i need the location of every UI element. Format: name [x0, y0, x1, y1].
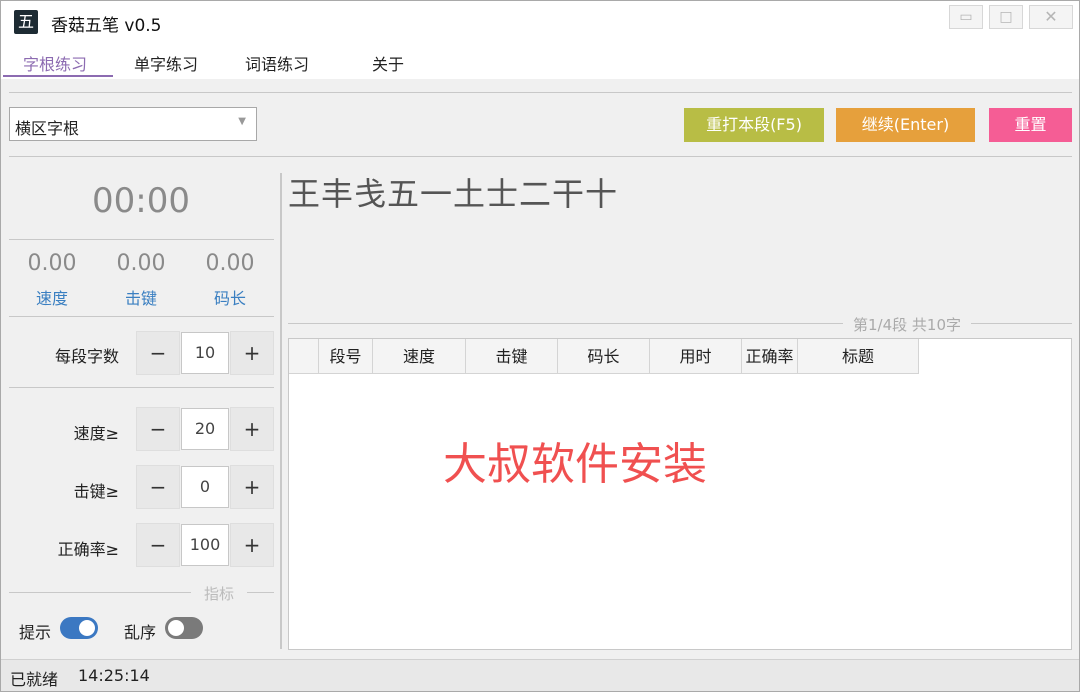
keystroke-label: 击键 — [124, 289, 157, 308]
table-header-title[interactable]: 标题 — [798, 339, 919, 374]
keystroke-threshold-increment-button[interactable]: + — [230, 465, 274, 509]
window-title: 香菇五笔 v0.5 — [51, 16, 162, 36]
table-header-segment-no[interactable]: 段号 — [319, 339, 373, 374]
speed-threshold-increment-button[interactable]: + — [230, 407, 274, 451]
app-window: 五 香菇五笔 v0.5 ▭ □ ✕ 字根练习 单字练习 词语练习 关于 横区字根… — [0, 0, 1080, 692]
select-value: 横区字根 — [15, 119, 80, 138]
accuracy-threshold-input[interactable]: 100 — [181, 524, 229, 566]
divider — [9, 92, 1072, 93]
shuffle-toggle-label: 乱序 — [124, 623, 157, 642]
chars-per-segment-increment-button[interactable]: + — [230, 331, 274, 375]
segment-page-info: 第1/4段 共10字 — [843, 314, 971, 335]
app-logo-icon: 五 — [14, 10, 38, 34]
divider — [9, 316, 274, 317]
toggle-knob — [79, 620, 95, 636]
keystroke-threshold-decrement-button[interactable]: − — [136, 465, 180, 509]
divider — [9, 156, 1072, 157]
retype-segment-button[interactable]: 重打本段(F5) — [684, 108, 824, 142]
status-text: 已就绪 — [10, 670, 59, 689]
hint-toggle[interactable] — [60, 617, 98, 639]
hint-toggle-label: 提示 — [19, 623, 52, 642]
speed-threshold-input[interactable]: 20 — [181, 408, 229, 450]
chars-per-segment-decrement-button[interactable]: − — [136, 331, 180, 375]
practice-text: 王丰戋五一土士二干十 — [288, 175, 619, 213]
keystroke-threshold-input[interactable]: 0 — [181, 466, 229, 508]
table-header-keystroke[interactable]: 击键 — [466, 339, 558, 374]
table-header-cell — [289, 339, 319, 374]
chars-per-segment-label: 每段字数 — [54, 347, 119, 366]
tab-word-practice[interactable]: 词语练习 — [245, 51, 309, 75]
reset-button[interactable]: 重置 — [989, 108, 1072, 142]
speed-threshold-label: 速度≥ — [73, 424, 119, 443]
table-header-time-used[interactable]: 用时 — [650, 339, 742, 374]
divider — [9, 239, 274, 240]
continue-button[interactable]: 继续(Enter) — [836, 108, 975, 142]
accuracy-threshold-decrement-button[interactable]: − — [136, 523, 180, 567]
panel-divider — [280, 173, 282, 649]
accuracy-threshold-increment-button[interactable]: + — [230, 523, 274, 567]
tab-radical-practice[interactable]: 字根练习 — [23, 51, 87, 75]
divider — [247, 592, 274, 593]
keystroke-value: 0.00 — [116, 251, 166, 276]
minimize-button[interactable]: ▭ — [949, 5, 983, 29]
toggle-knob — [168, 620, 184, 636]
timer-display: 00:00 — [92, 181, 190, 221]
divider — [9, 387, 274, 388]
active-tab-indicator — [3, 75, 113, 77]
status-bar: 已就绪 14:25:14 — [1, 659, 1079, 691]
results-table: 段号 速度 击键 码长 用时 正确率 标题 — [288, 338, 1072, 650]
close-button[interactable]: ✕ — [1029, 5, 1073, 29]
maximize-button[interactable]: □ — [989, 5, 1023, 29]
tab-bar: 字根练习 单字练习 词语练习 关于 — [1, 43, 1079, 79]
title-bar: 五 香菇五笔 v0.5 ▭ □ ✕ — [1, 1, 1079, 43]
divider — [9, 592, 191, 593]
speed-value: 0.00 — [27, 251, 77, 276]
keystroke-threshold-label: 击键≥ — [73, 482, 119, 501]
speed-threshold-decrement-button[interactable]: − — [136, 407, 180, 451]
table-header-code-length[interactable]: 码长 — [558, 339, 650, 374]
tab-about[interactable]: 关于 — [372, 51, 404, 75]
shuffle-toggle[interactable] — [165, 617, 203, 639]
indicator-legend: 指标 — [204, 585, 235, 603]
radical-zone-select[interactable]: 横区字根 ▼ — [9, 107, 257, 141]
speed-label: 速度 — [35, 289, 68, 308]
accuracy-threshold-label: 正确率≥ — [57, 540, 119, 559]
chevron-down-icon: ▼ — [238, 116, 246, 127]
code-length-value: 0.00 — [205, 251, 255, 276]
code-length-label: 码长 — [213, 289, 246, 308]
chars-per-segment-input[interactable]: 10 — [181, 332, 229, 374]
table-header-speed[interactable]: 速度 — [373, 339, 466, 374]
status-clock: 14:25:14 — [78, 666, 150, 685]
tab-single-char-practice[interactable]: 单字练习 — [134, 51, 198, 75]
watermark-text: 大叔软件安装 — [443, 439, 707, 490]
table-header-accuracy[interactable]: 正确率 — [742, 339, 798, 374]
